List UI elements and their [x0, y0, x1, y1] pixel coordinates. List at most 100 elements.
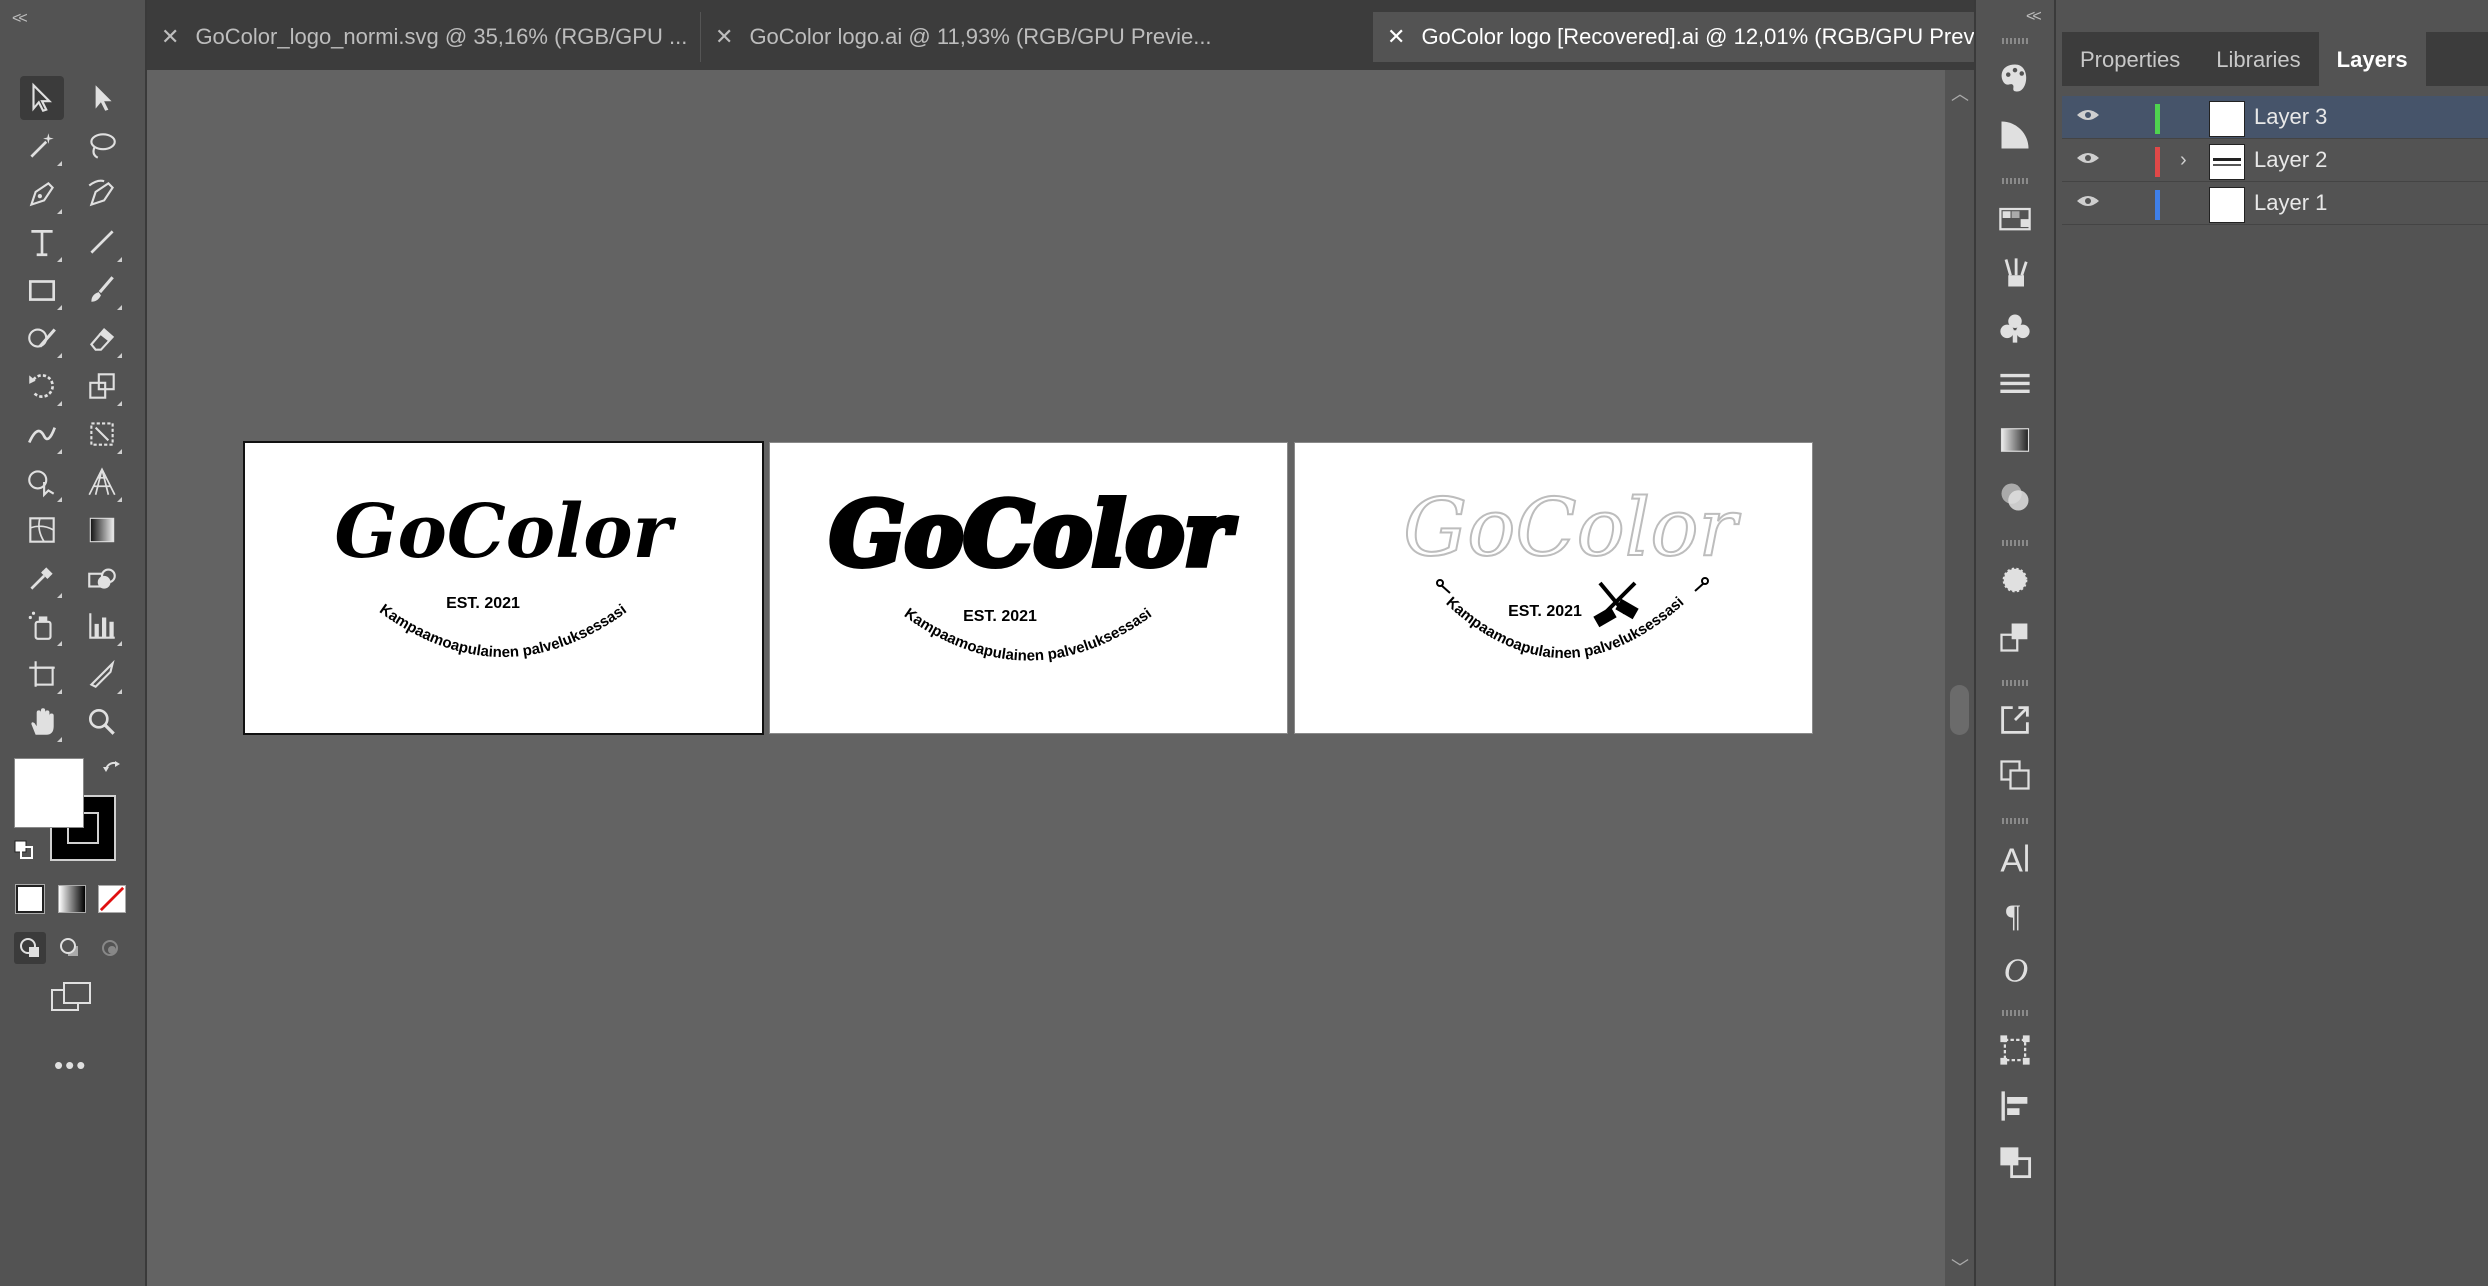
draw-inside-icon[interactable]	[94, 932, 126, 964]
color-guide-icon[interactable]	[1995, 115, 2035, 155]
layer-row[interactable]: › Layer 2	[2062, 139, 2488, 182]
direct-selection-tool-icon[interactable]	[80, 76, 124, 120]
collapse-toolbar-icon[interactable]: <<	[12, 10, 28, 28]
paragraph-panel-icon[interactable]: ¶	[1995, 893, 2035, 933]
grip-handle[interactable]	[2002, 540, 2028, 546]
hand-tool-icon[interactable]	[20, 700, 64, 744]
artboard-1[interactable]: GoColor EST. 2021 Kampaamoapulainen palv…	[245, 443, 762, 733]
free-transform-tool-icon[interactable]	[80, 412, 124, 456]
layer-thumbnail	[2209, 187, 2245, 223]
curvature-tool-icon[interactable]	[80, 172, 124, 216]
artboards-panel-icon[interactable]	[1995, 755, 2035, 795]
eyedropper-tool-icon[interactable]	[20, 556, 64, 600]
pathfinder-panel-icon[interactable]	[1995, 1142, 2035, 1182]
layer-row[interactable]: Layer 3	[2062, 96, 2488, 139]
grip-handle[interactable]	[2002, 38, 2028, 44]
layer-name[interactable]: Layer 2	[2254, 147, 2327, 173]
magic-wand-tool-icon[interactable]	[20, 124, 64, 168]
pen-tool-icon[interactable]	[20, 172, 64, 216]
transform-panel-icon[interactable]	[1995, 1030, 2035, 1070]
logo-wordmark: GoColor	[334, 489, 676, 575]
draw-behind-icon[interactable]	[54, 932, 86, 964]
layer-thumbnail	[2209, 144, 2245, 180]
screen-mode-icon[interactable]	[50, 980, 94, 1016]
doc-tab-2[interactable]: ✕ GoColor logo.ai @ 11,93% (RGB/GPU Prev…	[700, 12, 1373, 62]
grip-handle[interactable]	[2002, 1010, 2028, 1016]
logo-wordmark: GoColor	[829, 482, 1236, 586]
appearance-panel-icon[interactable]	[1995, 560, 2035, 600]
collapse-panels-icon[interactable]: <<	[2026, 8, 2042, 26]
rectangle-tool-icon[interactable]	[20, 268, 64, 312]
symbol-sprayer-tool-icon[interactable]	[20, 604, 64, 648]
artboard-tool-icon[interactable]	[20, 652, 64, 696]
visibility-eye-icon[interactable]	[2076, 150, 2100, 171]
chevron-down-icon[interactable]: ﹀	[1951, 1254, 1969, 1280]
swap-fill-stroke-icon[interactable]	[100, 758, 126, 784]
width-tool-icon[interactable]	[20, 412, 64, 456]
doc-tab-3[interactable]: ✕ GoColor logo [Recovered].ai @ 12,01% (…	[1373, 12, 2038, 62]
chevron-right-icon[interactable]: ›	[2180, 149, 2187, 172]
fill-swatch[interactable]	[14, 758, 84, 828]
swatches-panel-icon[interactable]	[1995, 198, 2035, 238]
perspective-grid-tool-icon[interactable]	[80, 460, 124, 504]
tab-layers[interactable]: Layers	[2318, 32, 2426, 86]
layer-name[interactable]: Layer 1	[2254, 190, 2327, 216]
draw-normal-icon[interactable]	[14, 932, 46, 964]
grip-handle[interactable]	[2002, 178, 2028, 184]
line-segment-tool-icon[interactable]	[80, 220, 124, 264]
close-tab-icon[interactable]: ✕	[1387, 24, 1405, 50]
gradient-tool-icon[interactable]	[80, 508, 124, 552]
default-fill-stroke-icon[interactable]	[14, 840, 34, 860]
shaper-tool-icon[interactable]	[20, 316, 64, 360]
layers-list: Layer 3 › Layer 2 Layer 1	[2062, 86, 2488, 225]
scroll-thumb[interactable]	[1950, 685, 1969, 735]
brushes-panel-icon[interactable]	[1995, 253, 2035, 293]
close-tab-icon[interactable]: ✕	[161, 24, 179, 50]
canvas[interactable]: GoColor EST. 2021 Kampaamoapulainen palv…	[147, 70, 1945, 1286]
graphic-styles-icon[interactable]	[1995, 617, 2035, 657]
visibility-eye-icon[interactable]	[2076, 107, 2100, 128]
doc-tab-1[interactable]: ✕ GoColor_logo_normi.svg @ 35,16% (RGB/G…	[147, 12, 697, 62]
mesh-tool-icon[interactable]	[20, 508, 64, 552]
edit-toolbar-icon[interactable]: •••	[54, 1050, 87, 1081]
close-tab-icon[interactable]: ✕	[715, 24, 733, 50]
chevron-up-icon[interactable]: ︿	[1951, 80, 1969, 106]
shape-builder-tool-icon[interactable]	[20, 460, 64, 504]
tab-properties[interactable]: Properties	[2062, 32, 2198, 86]
type-tool-icon[interactable]	[20, 220, 64, 264]
transparency-panel-icon[interactable]	[1995, 477, 2035, 517]
paintbrush-tool-icon[interactable]	[80, 268, 124, 312]
color-mode-icon[interactable]	[15, 884, 45, 914]
scale-tool-icon[interactable]	[80, 364, 124, 408]
opentype-panel-icon[interactable]: O	[1995, 948, 2035, 988]
document-tab-bar: ✕ GoColor_logo_normi.svg @ 35,16% (RGB/G…	[147, 0, 2038, 70]
grip-handle[interactable]	[2002, 680, 2028, 686]
rotate-tool-icon[interactable]	[20, 364, 64, 408]
column-graph-tool-icon[interactable]	[80, 604, 124, 648]
color-panel-icon[interactable]	[1995, 58, 2035, 98]
grip-handle[interactable]	[2002, 818, 2028, 824]
align-panel-icon[interactable]	[1995, 1086, 2035, 1126]
character-panel-icon[interactable]: A	[1995, 838, 2035, 878]
zoom-tool-icon[interactable]	[80, 700, 124, 744]
symbols-panel-icon[interactable]	[1995, 308, 2035, 348]
eraser-tool-icon[interactable]	[80, 316, 124, 360]
tab-libraries[interactable]: Libraries	[2198, 32, 2318, 86]
none-mode-icon[interactable]	[98, 885, 126, 913]
gradient-panel-icon[interactable]	[1995, 420, 2035, 460]
slice-tool-icon[interactable]	[80, 652, 124, 696]
layer-color-bar	[2155, 104, 2160, 134]
export-panel-icon[interactable]	[1995, 700, 2035, 740]
stroke-panel-icon[interactable]	[1995, 364, 2035, 404]
layer-name[interactable]: Layer 3	[2254, 104, 2327, 130]
vertical-scrollbar[interactable]: ︿ ﹀	[1945, 70, 1974, 1286]
artboard-2[interactable]: GoColor EST. 2021 Kampaamoapulainen palv…	[770, 443, 1287, 733]
lasso-tool-icon[interactable]	[80, 124, 124, 168]
layer-row[interactable]: Layer 1	[2062, 182, 2488, 225]
est-text: EST. 2021	[1508, 603, 1582, 620]
blend-tool-icon[interactable]	[80, 556, 124, 600]
gradient-mode-icon[interactable]	[58, 885, 86, 913]
selection-tool-icon[interactable]	[20, 76, 64, 120]
visibility-eye-icon[interactable]	[2076, 193, 2100, 214]
artboard-3[interactable]: GoColor EST. 2021 Kampaamoapulainen palv…	[1295, 443, 1812, 733]
